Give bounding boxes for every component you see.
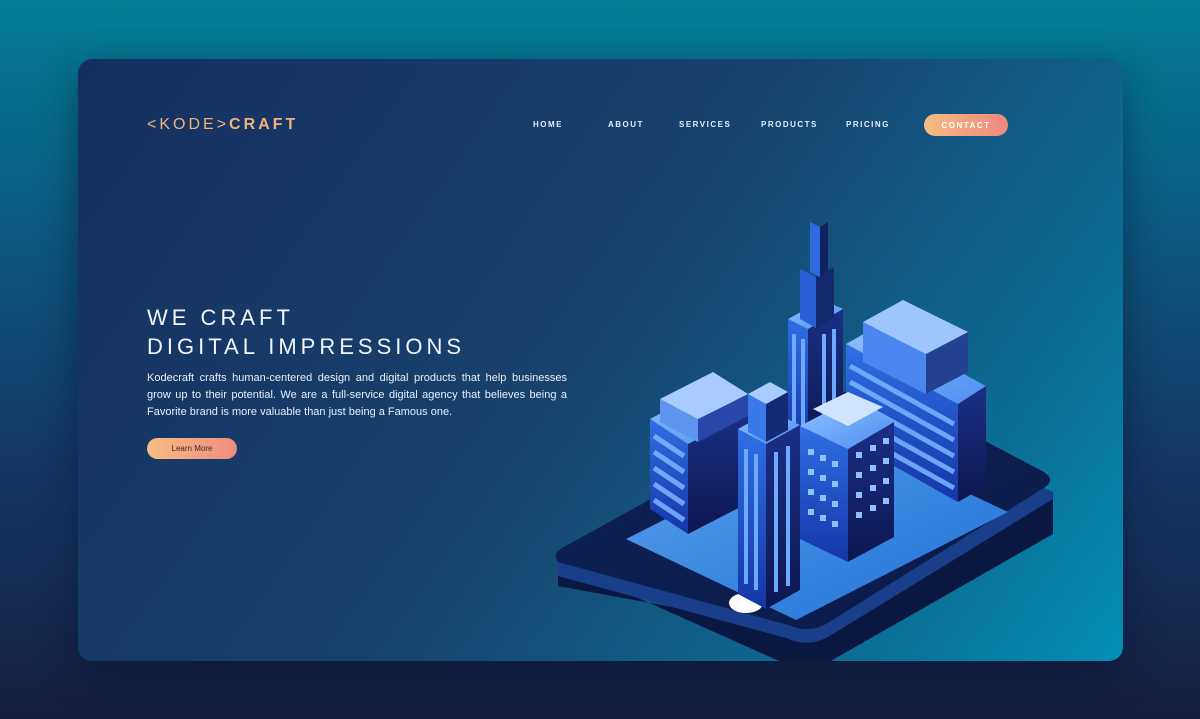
nav-products[interactable]: PRODUCTS bbox=[761, 120, 818, 129]
nav-about[interactable]: ABOUT bbox=[608, 120, 644, 129]
isometric-city-illustration bbox=[555, 222, 1053, 661]
hero-title-line1: WE CRAFT bbox=[147, 305, 294, 330]
nav-pricing[interactable]: PRICING bbox=[846, 120, 890, 129]
nav-services[interactable]: SERVICES bbox=[679, 120, 731, 129]
hero-card: <KODE>CRAFT HOME ABOUT SERVICES PRODUCTS… bbox=[78, 59, 1123, 661]
nav-home[interactable]: HOME bbox=[533, 120, 563, 129]
contact-button[interactable]: CONTACT bbox=[924, 114, 1008, 136]
hero-title: WE CRAFT DIGITAL IMPRESSIONS bbox=[147, 303, 465, 361]
hero-title-line2: DIGITAL IMPRESSIONS bbox=[147, 334, 466, 359]
hero-description: Kodecraft crafts human-centered design a… bbox=[147, 372, 567, 418]
learn-more-button[interactable]: Learn More bbox=[147, 438, 237, 459]
